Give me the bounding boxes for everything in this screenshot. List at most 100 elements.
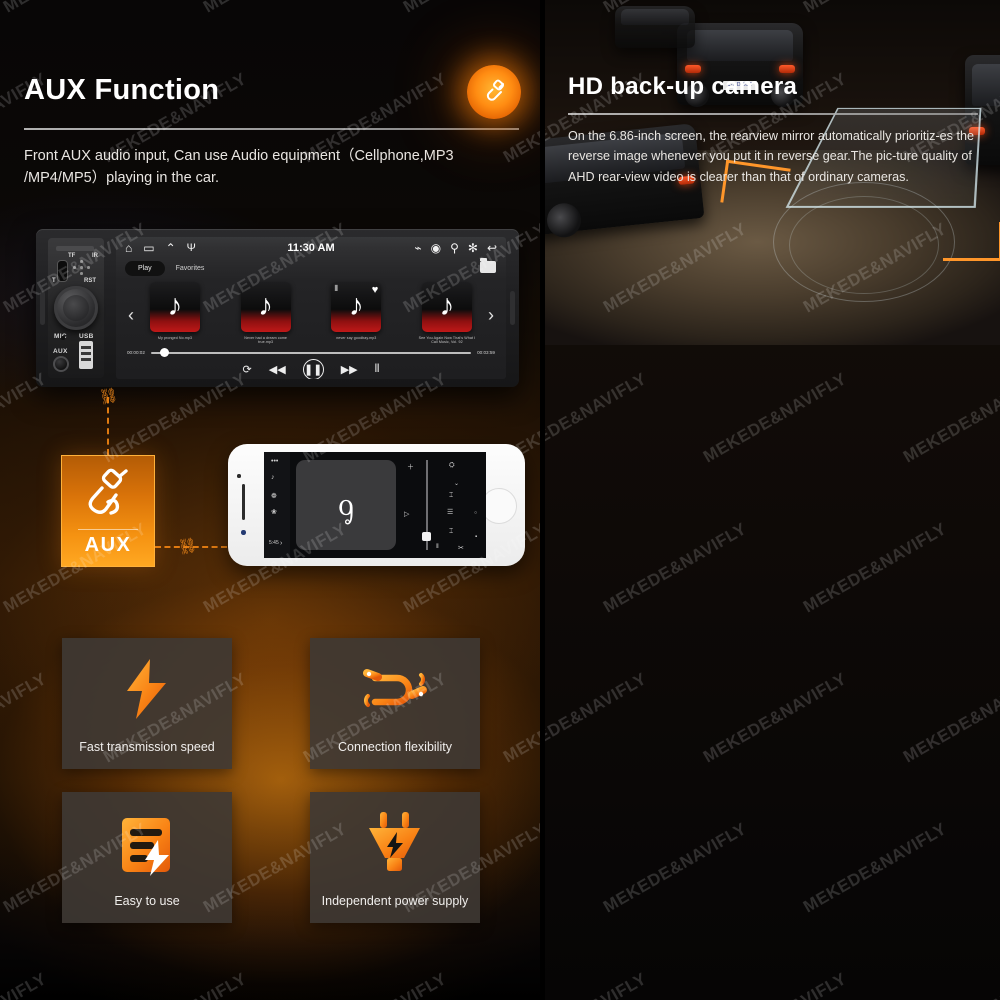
- cast-icon[interactable]: ⌁: [414, 242, 421, 254]
- album-art: ♪: [421, 282, 472, 332]
- sidebar-expand-icon[interactable]: ›: [280, 540, 282, 547]
- media-tabs: Play Favorites: [125, 261, 207, 276]
- tab-favorites[interactable]: Favorites: [173, 261, 208, 276]
- volume-knob[interactable]: [54, 286, 98, 330]
- flexible-cable-icon: [310, 664, 480, 716]
- location-icon[interactable]: ⚲: [450, 242, 459, 254]
- wifi-icon[interactable]: ◉: [431, 242, 441, 254]
- aux-plug-glyph: [486, 79, 504, 101]
- stereo-touchscreen[interactable]: ⌂ ▭ ⌃ Ψ 11:30 AM ⌁ ◉ ⚲ ✻ ↩ Play Favorite…: [116, 237, 506, 379]
- document-lightning-glyph: [122, 818, 170, 876]
- reset-label: RST: [84, 278, 96, 284]
- back-icon[interactable]: ↩: [487, 242, 497, 254]
- sidebar-icon-3[interactable]: ❀: [271, 508, 277, 516]
- phone-proximity-sensor: [241, 530, 246, 535]
- bluetooth-icon[interactable]: ✻: [468, 242, 478, 254]
- chevron-down-icon[interactable]: ⌄: [454, 480, 459, 487]
- ir-receiver-icon: [73, 260, 95, 276]
- settings-icon[interactable]: ⛭: [449, 462, 455, 470]
- power-plug-icon: [310, 810, 480, 876]
- album-item[interactable]: ♪ See You Again Now That's What I Call M…: [418, 282, 476, 345]
- music-note-icon: ♪: [348, 288, 364, 322]
- document-lightning-icon: [62, 814, 232, 876]
- favorite-heart-icon[interactable]: ♥: [372, 284, 379, 296]
- album-item[interactable]: ♪ My pronged No.mp3: [146, 282, 204, 340]
- playback-progress[interactable]: 00:00:02 00:03:59: [127, 348, 495, 357]
- feature-tile-independent-power: Independent power supply: [310, 792, 480, 923]
- aux-jack-port[interactable]: [53, 356, 69, 372]
- pause-icon[interactable]: ❚❚: [302, 359, 324, 379]
- feature-label: Easy to use: [114, 894, 180, 909]
- repeat-icon[interactable]: ⟳: [243, 363, 252, 376]
- title-divider: [24, 128, 519, 130]
- music-note-icon: ♪: [258, 288, 274, 322]
- play-icon[interactable]: ▷: [404, 510, 409, 518]
- phone-slider-handle[interactable]: [422, 532, 431, 541]
- prev-page-arrow[interactable]: ‹: [128, 305, 134, 326]
- connector-line-vertical: [107, 397, 109, 455]
- phone-front-camera: [237, 474, 241, 478]
- phone-controls-pane: ＋ ⛭ ⌄ ⌶ ▷ ☰ ○ ⌶ ▪ ⦀ ✂: [402, 452, 486, 558]
- header-description: On the 6.86-inch screen, the rearview mi…: [568, 129, 974, 184]
- smartphone-mockup: ••• ♪ ❁ ❀ 5:45 › ᧁ ＋ ⛭ ⌄ ⌶ ▷ ☰ ○ ⌶ ▪ ⦀ ✂: [228, 444, 525, 566]
- microphone-hole: [61, 336, 65, 340]
- media-glyph-icon: ᧁ: [338, 485, 354, 522]
- list-icon[interactable]: ☰: [447, 508, 453, 516]
- hd-backup-camera-panel: 1-DD-832 HD back-up camera On the 6.86-i…: [545, 0, 1000, 1000]
- music-note-icon: ♪: [439, 288, 455, 322]
- feature-tile-connection-flexibility: Connection flexibility: [310, 638, 480, 769]
- car-window: [972, 63, 1000, 106]
- music-note-icon: ♪: [167, 288, 183, 322]
- equalizer-icon[interactable]: ⦀: [375, 363, 380, 376]
- power-plug-glyph: [369, 812, 420, 871]
- transport-controls: ⟳ ◀◀ ❚❚ ▶▶ ⦀: [116, 359, 506, 379]
- guideline-arc: [789, 196, 939, 294]
- aux-tile-label: AUX: [84, 534, 132, 556]
- folder-icon[interactable]: [480, 258, 496, 273]
- usb-port[interactable]: [79, 341, 93, 369]
- phone-media-card[interactable]: ᧁ: [296, 460, 396, 550]
- aux-cable-plug-glyph: [88, 468, 128, 515]
- header-description: Front AUX audio input, Can use Audio equ…: [24, 148, 454, 187]
- guideline-corner-marker: [943, 222, 1000, 261]
- shuffle-icon[interactable]: ✂: [458, 544, 464, 552]
- phone-home-button[interactable]: [481, 488, 517, 524]
- tab-play[interactable]: Play: [125, 261, 165, 276]
- tf-slot-label: TF: [68, 253, 76, 259]
- stereo-side-button-right[interactable]: [510, 291, 515, 325]
- stop-icon[interactable]: ▪: [475, 534, 477, 540]
- car-window: [621, 9, 689, 26]
- total-time: 00:03:59: [477, 350, 495, 355]
- mixer-icon[interactable]: ⦀: [436, 544, 439, 551]
- link-icon: ⛓: [176, 536, 199, 557]
- elapsed-time: 00:00:02: [127, 350, 145, 355]
- next-page-arrow[interactable]: ›: [488, 305, 494, 326]
- progress-track[interactable]: [150, 348, 472, 357]
- flexible-cable-glyph: [363, 669, 427, 707]
- page-title: AUX Function: [24, 74, 220, 106]
- phone-screen[interactable]: ••• ♪ ❁ ❀ 5:45 › ᧁ ＋ ⛭ ⌄ ⌶ ▷ ☰ ○ ⌶ ▪ ⦀ ✂: [264, 452, 486, 558]
- aux-port-label: AUX: [53, 348, 68, 355]
- add-icon[interactable]: ＋: [407, 462, 414, 472]
- status-bar: ⌂ ▭ ⌃ Ψ 11:30 AM ⌁ ◉ ⚲ ✻ ↩: [116, 237, 506, 259]
- more-options-icon[interactable]: •••: [271, 458, 278, 465]
- tf-card-slot[interactable]: [57, 260, 68, 282]
- stereo-side-button-left[interactable]: [40, 291, 45, 325]
- stereo-vent-slot: [56, 246, 94, 251]
- album-item[interactable]: ♪ Never had a dream come true.mp3: [237, 282, 295, 345]
- control-icon-2[interactable]: ⌶: [449, 528, 453, 536]
- title-divider: [568, 113, 978, 115]
- progress-handle[interactable]: [160, 348, 170, 357]
- control-icon-1[interactable]: ⌶: [449, 492, 453, 500]
- fast-forward-icon[interactable]: ▶▶: [341, 363, 358, 376]
- sidebar-icon-2[interactable]: ❁: [271, 492, 277, 500]
- aux-tile: AUX: [61, 455, 155, 567]
- sidebar-icon-1[interactable]: ♪: [271, 474, 275, 481]
- stereo-control-panel: TF IR RST T MIC AUX USB: [48, 238, 104, 378]
- album-item-playing[interactable]: ⦀ ♥ ♪ never say goodbay.mp3: [327, 282, 385, 340]
- aux-cable-plug-icon: [62, 468, 154, 520]
- rewind-icon[interactable]: ◀◀: [269, 363, 286, 376]
- ir-label: IR: [92, 253, 98, 259]
- page-title: HD back-up camera: [568, 73, 798, 100]
- record-icon[interactable]: ○: [474, 510, 477, 516]
